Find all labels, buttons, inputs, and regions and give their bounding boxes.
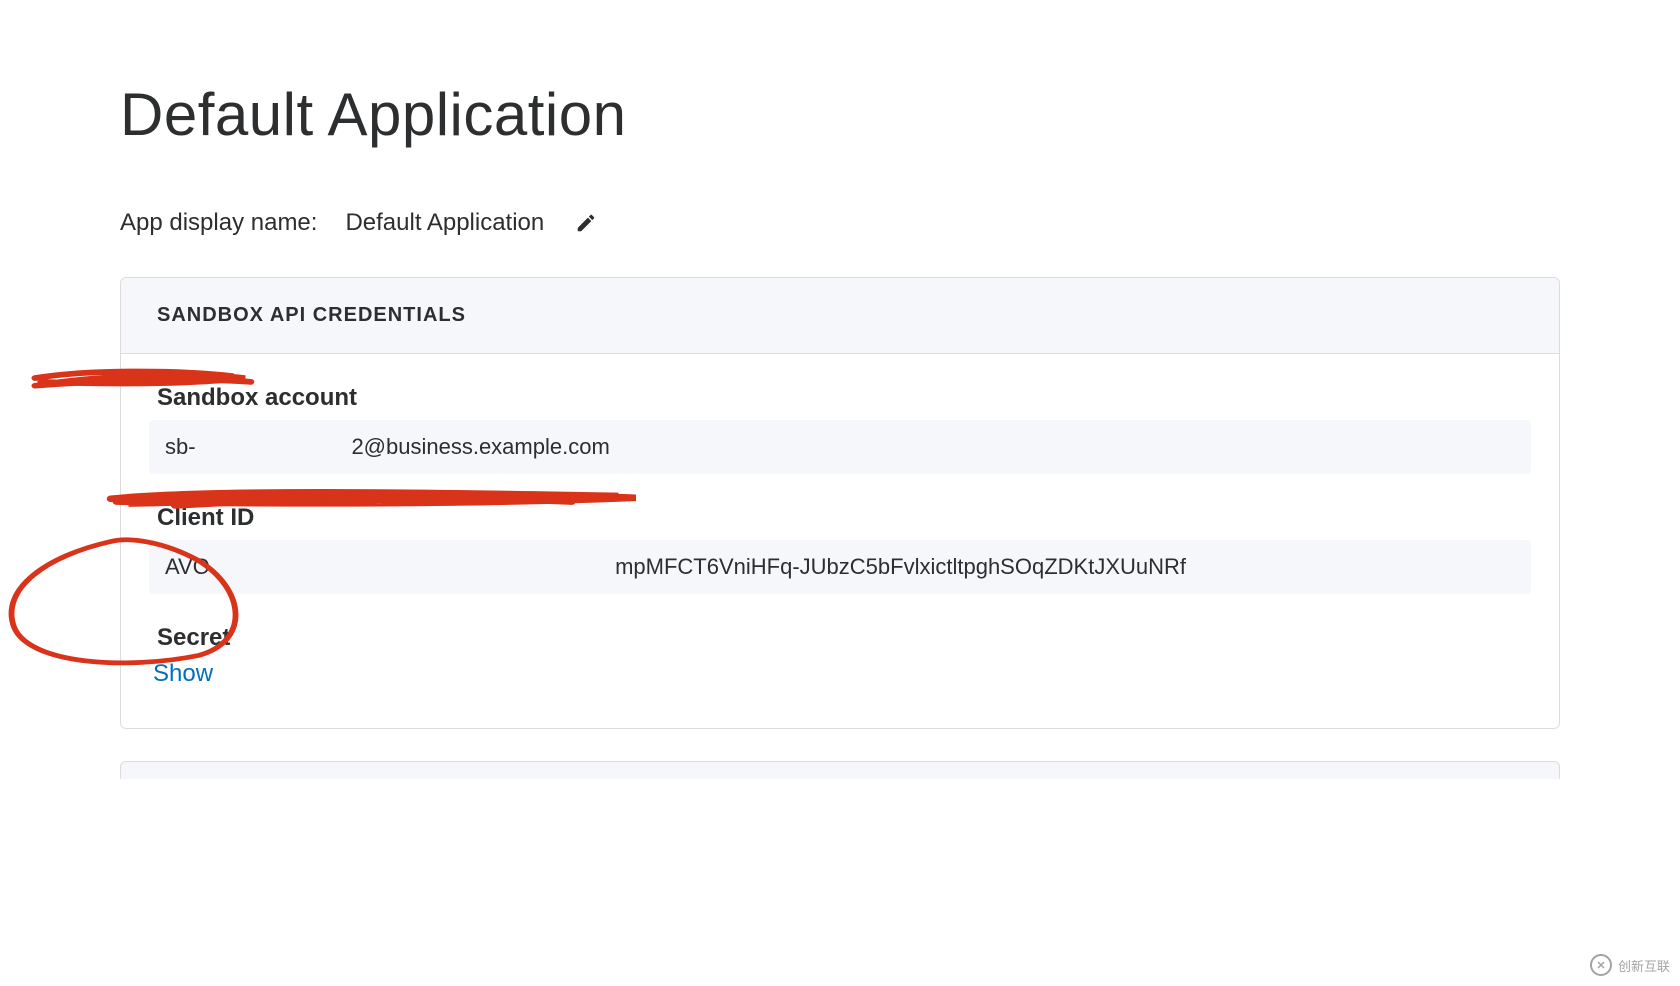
app-display-name-value: Default Application [345,209,544,237]
secret-field: Secret Show [149,624,1531,688]
client-id-prefix: AVO [165,554,210,579]
page-title: Default Application [120,80,1560,149]
sandbox-account-label: Sandbox account [149,384,1531,412]
sandbox-account-suffix: 2@business.example.com [351,434,609,459]
secret-label: Secret [149,624,1531,652]
sandbox-credentials-body: Sandbox account sb-██████████2@business.… [121,354,1559,728]
sandbox-account-prefix: sb- [165,434,196,459]
sandbox-account-field: Sandbox account sb-██████████2@business.… [149,384,1531,474]
app-display-name-row: App display name: Default Application [120,209,1560,237]
client-id-suffix: mpMFCT6VniHFq-JUbzC5bFvlxictltpghSOqZDKt… [615,554,1186,579]
pencil-icon [575,212,597,234]
watermark: 创新互联 [1590,954,1670,976]
client-id-value: AVO██████████████████████████mpMFCT6VniH… [149,540,1531,594]
watermark-text: 创新互联 [1618,956,1670,975]
sandbox-account-value: sb-██████████2@business.example.com [149,420,1531,474]
sandbox-credentials-card: SANDBOX API CREDENTIALS Sandbox account … [120,277,1560,729]
sandbox-credentials-header: SANDBOX API CREDENTIALS [121,278,1559,354]
edit-display-name-button[interactable] [572,209,600,237]
next-card-peek [120,761,1560,779]
secret-show-link[interactable]: Show [149,660,213,688]
client-id-field: Client ID AVO██████████████████████████m… [149,504,1531,594]
watermark-icon [1590,954,1612,976]
app-display-name-label: App display name: [120,209,317,237]
client-id-label: Client ID [149,504,1531,532]
